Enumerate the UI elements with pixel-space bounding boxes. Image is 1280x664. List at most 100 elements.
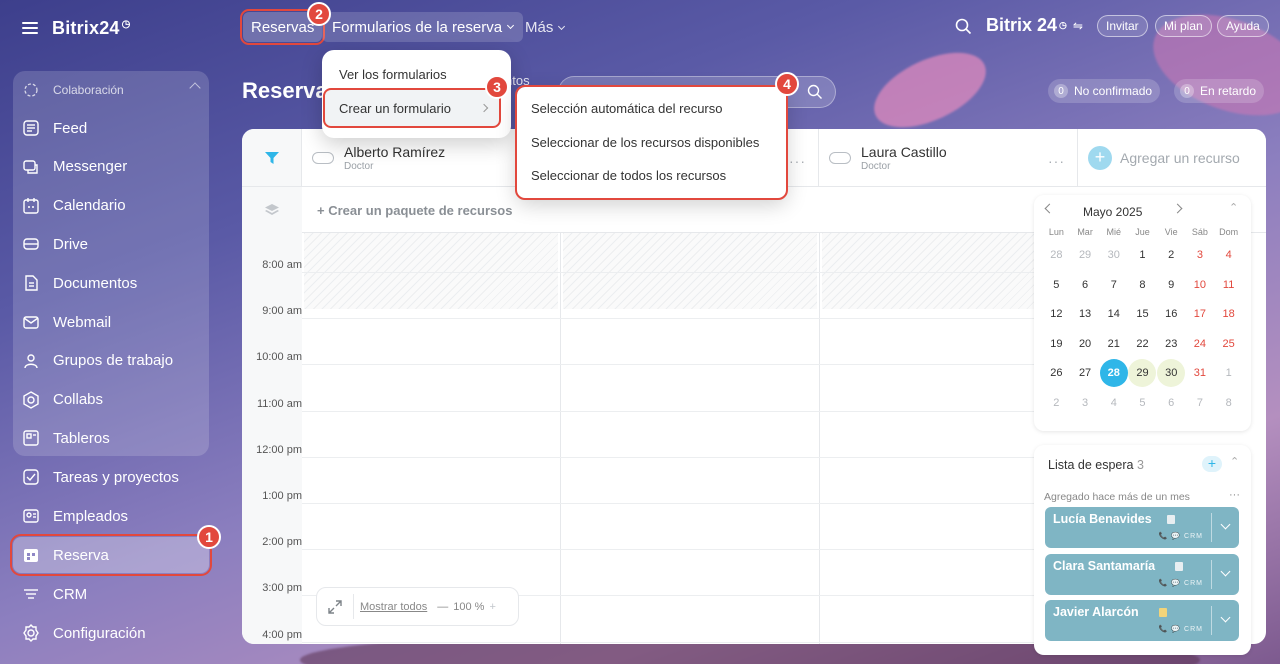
help-button[interactable]: Ayuda: [1217, 15, 1269, 37]
resource-toggle[interactable]: [312, 151, 334, 164]
submenu-all-resources[interactable]: Seleccionar de todos los recursos: [531, 168, 726, 183]
sidebar-item-collabs[interactable]: Collabs: [13, 382, 209, 418]
sidebar-item-empleados[interactable]: Empleados: [13, 498, 209, 534]
calendar-day[interactable]: 7: [1099, 271, 1128, 301]
brand-logo[interactable]: Bitrix24 ◷: [52, 18, 131, 39]
resource-toggle[interactable]: [829, 151, 851, 164]
submenu-auto-resource[interactable]: Selección automática del recurso: [531, 101, 723, 116]
resource-header[interactable]: Laura Castillo Doctor ···: [819, 129, 1078, 187]
chevron-left-icon[interactable]: [1044, 203, 1055, 214]
tab-formularios-reserva[interactable]: Formularios de la reserva: [322, 12, 524, 42]
calendar-day[interactable]: 28: [1099, 359, 1128, 389]
calendar-day[interactable]: 19: [1042, 330, 1071, 360]
settings-toggle-icon[interactable]: ⇋: [1073, 19, 1083, 33]
sidebar-item-webmail[interactable]: Webmail: [13, 304, 209, 340]
chevron-down-icon[interactable]: [1220, 612, 1231, 623]
chevron-down-icon[interactable]: [1220, 519, 1231, 530]
calendar-day[interactable]: 29: [1071, 241, 1100, 271]
waitlist-card[interactable]: Lucía Benavides 📞 💬 CRM: [1045, 507, 1239, 548]
calendar-day[interactable]: 3: [1071, 389, 1100, 419]
collapse-icon[interactable]: ⌃: [1229, 201, 1238, 214]
calendar-day[interactable]: 11: [1214, 271, 1243, 301]
chevron-right-icon[interactable]: [1172, 203, 1183, 214]
sidebar-item-tableros[interactable]: Tableros: [13, 420, 209, 456]
counter-late[interactable]: 0 En retardo: [1174, 79, 1265, 103]
more-icon[interactable]: ···: [1229, 489, 1240, 501]
more-icon[interactable]: ···: [789, 153, 806, 169]
calendar-day[interactable]: 5: [1042, 271, 1071, 301]
calendar-day[interactable]: 31: [1186, 359, 1215, 389]
calendar-day[interactable]: 7: [1186, 389, 1215, 419]
calendar-day[interactable]: 6: [1157, 389, 1186, 419]
sidebar-group-header[interactable]: Colaboración: [13, 72, 209, 108]
calendar-day[interactable]: 25: [1214, 330, 1243, 360]
calendar-day[interactable]: 29: [1128, 359, 1157, 389]
create-package-link[interactable]: + Crear un paquete de recursos: [317, 203, 512, 218]
calendar-day[interactable]: 27: [1071, 359, 1100, 389]
calendar-day[interactable]: 8: [1214, 389, 1243, 419]
add-waitlist-button[interactable]: +: [1202, 456, 1222, 472]
calendar-day[interactable]: 4: [1214, 241, 1243, 271]
menu-burger-icon[interactable]: [22, 22, 38, 34]
calendar-day[interactable]: 20: [1071, 330, 1100, 360]
calendar-day[interactable]: 21: [1099, 330, 1128, 360]
calendar-day[interactable]: 30: [1157, 359, 1186, 389]
collapse-icon[interactable]: ⌃: [1230, 455, 1239, 468]
calendar-day[interactable]: 15: [1128, 300, 1157, 330]
chevron-up-icon[interactable]: [189, 82, 201, 94]
calendar-day[interactable]: 18: [1214, 300, 1243, 330]
zoom-out-button[interactable]: —: [437, 601, 448, 613]
calendar-day[interactable]: 16: [1157, 300, 1186, 330]
sidebar-item-configuración[interactable]: Configuración: [13, 615, 209, 651]
brand-right[interactable]: Bitrix 24 ◷ ⇋: [986, 15, 1083, 36]
sidebar-item-calendario[interactable]: Calendario: [13, 188, 209, 224]
calendar-day[interactable]: 10: [1186, 271, 1215, 301]
sidebar-item-grupos-de-trabajo[interactable]: Grupos de trabajo: [13, 343, 209, 379]
calendar-day[interactable]: 13: [1071, 300, 1100, 330]
calendar-day[interactable]: 1: [1214, 359, 1243, 389]
calendar-day[interactable]: 8: [1128, 271, 1157, 301]
calendar-day[interactable]: 2: [1157, 241, 1186, 271]
search-icon[interactable]: [955, 18, 972, 40]
calendar-day[interactable]: 9: [1157, 271, 1186, 301]
menu-item-view-forms[interactable]: Ver los formularios: [339, 67, 447, 82]
plan-button[interactable]: Mi plan: [1155, 15, 1212, 37]
calendar-day[interactable]: 5: [1128, 389, 1157, 419]
waitlist-card[interactable]: Clara Santamaría 📞 💬 CRM: [1045, 553, 1239, 595]
more-icon[interactable]: ···: [1048, 153, 1065, 169]
show-all-link[interactable]: Mostrar todos: [360, 601, 427, 613]
invite-button[interactable]: Invitar: [1097, 15, 1148, 37]
sidebar-item-reserva[interactable]: Reserva: [10, 534, 212, 576]
calendar-day[interactable]: 24: [1186, 330, 1215, 360]
calendar-day[interactable]: 26: [1042, 359, 1071, 389]
filter-cell[interactable]: [242, 129, 302, 187]
sidebar-item-documentos[interactable]: Documentos: [13, 265, 209, 301]
calendar-day[interactable]: 14: [1099, 300, 1128, 330]
chevron-down-icon[interactable]: [1220, 566, 1231, 576]
calendar-day[interactable]: 3: [1186, 241, 1215, 271]
calendar-day[interactable]: 2: [1042, 389, 1071, 419]
sidebar-item-crm[interactable]: CRM: [13, 576, 209, 612]
filter-icon[interactable]: [264, 151, 279, 164]
sidebar-item-messenger[interactable]: Messenger: [13, 149, 209, 185]
calendar-day[interactable]: 22: [1128, 330, 1157, 360]
tab-mas[interactable]: Más: [525, 19, 566, 36]
counter-unconfirmed[interactable]: 0 No confirmado: [1048, 79, 1161, 103]
waitlist-card[interactable]: Javier Alarcón 📞 💬 CRM: [1045, 600, 1239, 641]
add-resource-button[interactable]: + Agregar un recurso: [1078, 129, 1266, 187]
menu-item-create-form[interactable]: Crear un formulario: [323, 88, 501, 128]
sidebar-item-drive[interactable]: Drive: [13, 226, 209, 262]
calendar-day[interactable]: 23: [1157, 330, 1186, 360]
submenu-available-resources[interactable]: Seleccionar de los recursos disponibles: [531, 135, 759, 150]
calendar-day[interactable]: 17: [1186, 300, 1215, 330]
zoom-in-button[interactable]: +: [489, 601, 495, 613]
sidebar-item-tareas-y-proyectos[interactable]: Tareas y proyectos: [13, 459, 209, 495]
calendar-day[interactable]: 4: [1099, 389, 1128, 419]
calendar-day[interactable]: 30: [1099, 241, 1128, 271]
calendar-day[interactable]: 12: [1042, 300, 1071, 330]
calendar-day[interactable]: 1: [1128, 241, 1157, 271]
expand-icon[interactable]: [317, 599, 353, 614]
sidebar-item-feed[interactable]: Feed: [13, 110, 209, 146]
calendar-day[interactable]: 6: [1071, 271, 1100, 301]
calendar-day[interactable]: 28: [1042, 241, 1071, 271]
